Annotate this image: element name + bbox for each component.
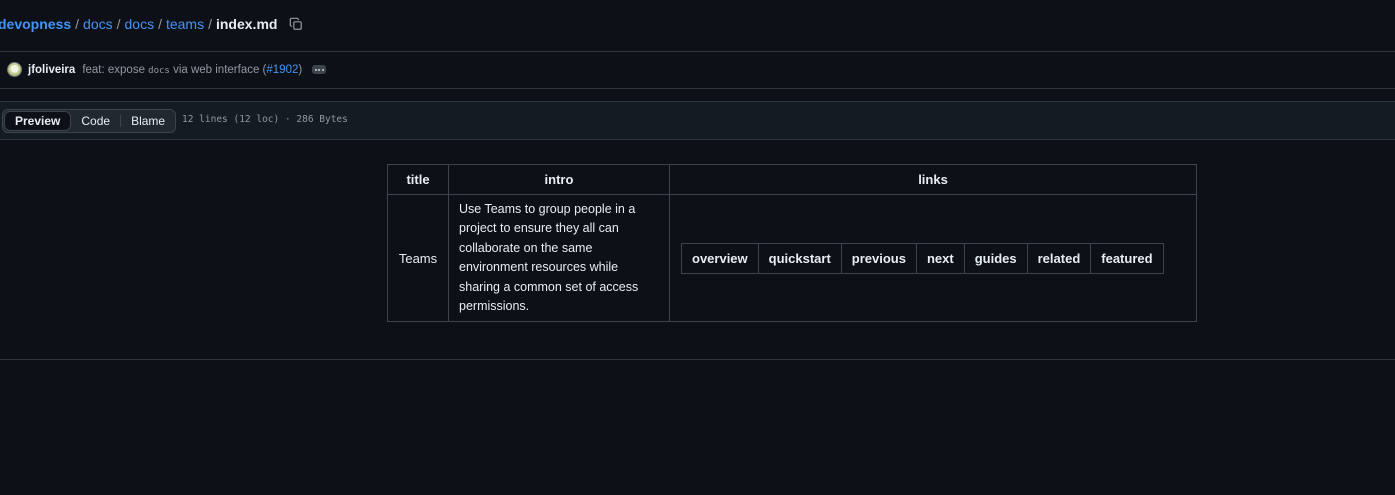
tab-blame[interactable]: Blame (121, 111, 175, 131)
link-header-quickstart: quickstart (757, 242, 842, 274)
link-header-next: next (915, 242, 965, 274)
breadcrumb: devopness / docs / docs / teams / index.… (0, 16, 303, 32)
breadcrumb-bar: devopness / docs / docs / teams / index.… (0, 0, 1395, 52)
dot-icon (318, 68, 321, 71)
expand-commit-message-button[interactable] (312, 65, 327, 74)
link-header-guides: guides (963, 242, 1028, 274)
dot-icon (314, 68, 317, 71)
breadcrumb-item-docs-sub[interactable]: docs (125, 16, 155, 32)
file-toolbar: Preview Code Blame 12 lines (12 loc) · 2… (0, 101, 1395, 140)
markdown-preview: title intro links Teams Use Teams to gro… (0, 139, 1395, 360)
tab-code[interactable]: Code (71, 111, 120, 131)
commit-message[interactable]: feat: expose docs via web interface (#19… (82, 64, 302, 76)
link-header-overview: overview (681, 242, 759, 274)
breadcrumb-separator: / (208, 16, 212, 32)
header-links: links (669, 164, 1197, 195)
breadcrumb-separator: / (158, 16, 162, 32)
tab-preview[interactable]: Preview (4, 111, 72, 131)
table-header-row: title intro links (387, 164, 1197, 195)
breadcrumb-item-docs[interactable]: docs (83, 16, 113, 32)
breadcrumb-current-file: index.md (215, 16, 278, 32)
links-header-row: overview quickstart previous next guides… (681, 242, 1164, 274)
frontmatter-table: title intro links Teams Use Teams to gro… (387, 164, 1197, 323)
commit-message-suffix: via web interface ( (173, 63, 267, 76)
avatar[interactable] (7, 62, 22, 77)
breadcrumb-separator: / (116, 16, 121, 32)
link-header-related: related (1026, 242, 1092, 274)
commit-message-end: ) (298, 63, 303, 76)
cell-intro: Use Teams to group people in a project t… (448, 193, 670, 323)
link-header-previous: previous (840, 242, 917, 274)
pull-request-link[interactable]: #1902 (266, 64, 298, 76)
links-table: overview quickstart previous next guides… (681, 242, 1164, 274)
file-info: 12 lines (12 loc) · 286 Bytes (182, 114, 348, 125)
commit-message-prefix: feat: expose (82, 63, 145, 76)
copy-path-icon[interactable] (289, 17, 303, 31)
breadcrumb-item-teams[interactable]: teams (166, 16, 204, 32)
link-header-featured: featured (1090, 242, 1164, 274)
breadcrumb-item-repo[interactable]: devopness (0, 16, 71, 32)
header-title: title (387, 164, 449, 195)
latest-commit: jfoliveira feat: expose docs via web int… (7, 62, 327, 77)
header-intro: intro (448, 164, 670, 195)
commit-message-code: docs (148, 65, 170, 76)
cell-title: Teams (387, 193, 449, 323)
breadcrumb-separator: / (75, 16, 80, 32)
commit-author[interactable]: jfoliveira (28, 64, 75, 76)
view-mode-segmented-control: Preview Code Blame (2, 109, 177, 133)
table-row: Teams Use Teams to group people in a pro… (387, 193, 1197, 323)
dot-icon (321, 68, 324, 71)
cell-links: overview quickstart previous next guides… (669, 193, 1197, 323)
latest-commit-bar: jfoliveira feat: expose docs via web int… (0, 52, 1395, 89)
